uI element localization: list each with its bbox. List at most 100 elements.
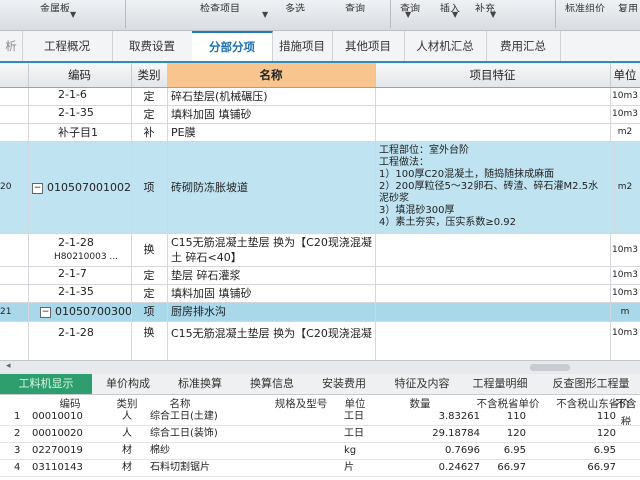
row-name[interactable]: 碎石垫层(机械碾压) [167, 88, 376, 105]
toolbar-item[interactable]: 标准组价 [565, 0, 615, 12]
row-type[interactable]: 项 [131, 142, 168, 233]
collapse-icon[interactable]: − [40, 306, 51, 318]
feature-line: 泥砂浆 [379, 193, 409, 204]
row-type[interactable]: 定 [131, 285, 168, 302]
row-type[interactable]: 补 [131, 124, 168, 141]
tab-unit-price[interactable]: 单价构成 [96, 374, 160, 394]
chevron-down-icon[interactable]: ▼ [70, 10, 76, 19]
grid-header: 编码 类别 名称 项目特征 单位 [0, 63, 640, 88]
items-grid: 编码 类别 名称 项目特征 单位 2-1-6 定 碎石垫层(机械碾压) 10m3… [0, 63, 640, 360]
row-name[interactable]: PE膜 [167, 124, 376, 141]
row-code[interactable]: 2-1-7 [28, 267, 132, 284]
table-row[interactable]: 21 −010507003001 项 厨房排水沟 m [0, 303, 640, 322]
toolbar-item[interactable]: 多选 [285, 0, 345, 12]
row-name[interactable]: C15无筋混凝土垫层 换为【C20现浇混凝 [167, 322, 376, 360]
scroll-left-icon[interactable]: ◂ [6, 361, 11, 371]
horizontal-scrollbar[interactable]: ◂ [0, 360, 640, 375]
feature-line: 工程做法： [379, 157, 429, 168]
main-tabs: 析 工程概况 取费设置 分部分项 措施项目 其他项目 人材机汇总 费用汇总 [0, 31, 640, 63]
ribbon-toolbar: 金属板 ▼ 检查项目 ▼ 多选 查询 查询 ▼ 插入 ▼ 补充 ▼ 标准组价 复… [0, 0, 640, 31]
header-unit[interactable]: 单位 [610, 63, 640, 87]
row-type[interactable]: 换 [131, 322, 168, 360]
row-name[interactable]: 垫层 碎石灌浆 [167, 267, 376, 284]
toolbar-item[interactable]: 检查项目 [200, 0, 260, 12]
row-unit[interactable]: m2 [610, 124, 640, 141]
table-row[interactable]: 2 00010020 人 综合工日(装饰) 工日 29.18784 120 12… [0, 426, 640, 443]
tab-measures[interactable]: 措施项目 [272, 31, 333, 61]
table-row[interactable]: 4 03110143 材 石料切割锯片 片 0.24627 66.97 66.9… [0, 460, 640, 477]
tab-quantity-detail[interactable]: 工程量明细 [462, 374, 538, 394]
row-number: 20 [0, 142, 29, 233]
tab-install-fee[interactable]: 安装费用 [312, 374, 376, 394]
row-unit[interactable]: 10m3 [610, 267, 640, 284]
table-row[interactable]: 2-1-28 H80210003 ... 换 C15无筋混凝土垫层 换为【C20现… [0, 234, 640, 267]
chevron-down-icon[interactable]: ▼ [490, 10, 496, 19]
tab-project-overview[interactable]: 工程概况 [22, 31, 113, 61]
toolbar-item[interactable]: 复用 [618, 0, 640, 12]
row-unit[interactable]: m2 [610, 142, 640, 233]
tab-reverse-graphic-quantity[interactable]: 反查图形工程量 [542, 374, 640, 394]
tab-feature-content[interactable]: 特征及内容 [384, 374, 460, 394]
tab-analysis[interactable]: 析 [0, 31, 23, 61]
tab-labor-material-summary[interactable]: 人材机汇总 [404, 31, 487, 61]
row-type[interactable]: 项 [131, 303, 168, 321]
row-unit[interactable]: m [610, 303, 640, 321]
feature-line: 4）素土夯实，压实系数≥0.92 [379, 217, 517, 228]
row-unit[interactable]: 10m3 [610, 106, 640, 123]
header-feature[interactable]: 项目特征 [375, 63, 611, 87]
tab-cost-summary[interactable]: 费用汇总 [486, 31, 561, 61]
row-name[interactable]: 厨房排水沟 [167, 303, 376, 321]
header-blank [0, 63, 29, 87]
row-code[interactable]: 2-1-35 [28, 106, 132, 123]
row-code[interactable]: 补子目1 [28, 124, 132, 141]
row-code[interactable]: −010507001002 [28, 142, 132, 233]
table-row[interactable]: 3 02270019 材 棉纱 kg 0.7696 6.95 6.95 [0, 443, 640, 460]
table-row[interactable]: 2-1-6 定 碎石垫层(机械碾压) 10m3 [0, 88, 640, 106]
row-unit[interactable]: 10m3 [610, 234, 640, 266]
scroll-thumb[interactable] [530, 364, 570, 371]
header-name[interactable]: 名称 [167, 63, 376, 87]
chevron-down-icon[interactable]: ▼ [262, 10, 268, 19]
row-type[interactable]: 换 [131, 234, 168, 266]
chevron-down-icon[interactable]: ▼ [452, 10, 458, 19]
row-unit[interactable]: 10m3 [610, 322, 640, 360]
detail-tabs: 工料机显示 单价构成 标准换算 换算信息 安装费用 特征及内容 工程量明细 反查… [0, 374, 640, 395]
labor-material-grid: 编码 类别 名称 规格及型号 单位 数量 不含税省单价 不含税山东省价 不含税 … [0, 395, 640, 480]
tab-sub-items[interactable]: 分部分项 [192, 31, 273, 61]
row-code[interactable]: 2-1-28 H80210003 ... [28, 234, 132, 266]
row-code[interactable]: 2-1-28 [28, 322, 132, 360]
table-row[interactable]: 2-1-28 换 C15无筋混凝土垫层 换为【C20现浇混凝 10m3 [0, 322, 640, 360]
tab-other-items[interactable]: 其他项目 [332, 31, 405, 61]
chevron-down-icon[interactable]: ▼ [405, 10, 411, 19]
table-row[interactable]: 2-1-35 定 填料加固 填铺砂 10m3 [0, 285, 640, 303]
row-code[interactable]: 2-1-6 [28, 88, 132, 105]
separator [390, 0, 391, 28]
row-feature[interactable]: 工程部位：室外台阶 工程做法： 1）100厚C20混凝土，随捣随抹成麻面 2）2… [375, 142, 615, 233]
tab-standard-conversion[interactable]: 标准换算 [168, 374, 232, 394]
row-name[interactable]: C15无筋混凝土垫层 换为【C20现浇混凝土 碎石<40】 [167, 234, 376, 266]
separator [555, 0, 556, 28]
tab-labor-material-display[interactable]: 工料机显示 [0, 374, 92, 394]
table-row-selected[interactable]: 20 −010507001002 项 砖砌防冻胀坡道 工程部位：室外台阶 工程做… [0, 142, 640, 234]
row-unit[interactable]: 10m3 [610, 285, 640, 302]
row-name[interactable]: 填料加固 填铺砂 [167, 285, 376, 302]
table-row[interactable]: 补子目1 补 PE膜 m2 [0, 124, 640, 142]
row-name[interactable]: 填料加固 填铺砂 [167, 106, 376, 123]
row-unit[interactable]: 10m3 [610, 88, 640, 105]
tab-fee-settings[interactable]: 取费设置 [112, 31, 193, 61]
row-name[interactable]: 砖砌防冻胀坡道 [167, 142, 376, 233]
table-row[interactable]: 1 00010010 人 综合工日(土建) 工日 3.83261 110 110 [0, 409, 640, 426]
separator [125, 0, 126, 28]
row-type[interactable]: 定 [131, 106, 168, 123]
table-row[interactable]: 2-1-35 定 填料加固 填铺砂 10m3 [0, 106, 640, 124]
header-code[interactable]: 编码 [28, 63, 132, 87]
header-type[interactable]: 类别 [131, 63, 168, 87]
row-code[interactable]: −010507003001 [28, 303, 132, 321]
collapse-icon[interactable]: − [32, 182, 43, 194]
row-type[interactable]: 定 [131, 267, 168, 284]
toolbar-item[interactable]: 查询 [345, 0, 385, 12]
row-code[interactable]: 2-1-35 [28, 285, 132, 302]
table-row[interactable]: 2-1-7 定 垫层 碎石灌浆 10m3 [0, 267, 640, 285]
row-type[interactable]: 定 [131, 88, 168, 105]
tab-conversion-info[interactable]: 换算信息 [240, 374, 304, 394]
